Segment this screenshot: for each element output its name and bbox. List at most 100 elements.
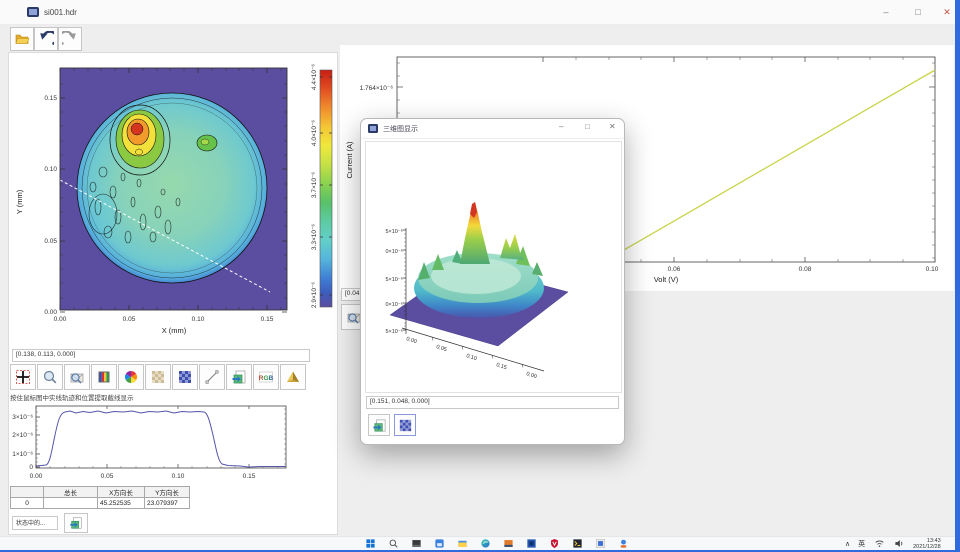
iv-y-tick: 1.764×10⁻⁶ (360, 85, 394, 92)
minimize-button[interactable]: – (872, 0, 900, 24)
redo-arrow-icon (62, 31, 78, 47)
texture-light-button[interactable] (145, 364, 171, 390)
profile-y-tick: 2×10⁻⁶ (12, 432, 33, 439)
svg-text:RGB: RGB (259, 375, 274, 382)
color-wheel-icon (123, 369, 139, 385)
secondary-blob (197, 135, 217, 151)
taskbar-app-colorful[interactable] (617, 538, 629, 550)
y-axis-label: Y (mm) (15, 189, 24, 214)
taskbar-app-gray[interactable] (594, 538, 606, 550)
app-icon (27, 7, 39, 17)
maximize-button[interactable]: □ (904, 0, 932, 24)
export-button[interactable] (226, 364, 252, 390)
tray-ime-indicator[interactable]: 英 (858, 539, 865, 549)
taskbar-widgets-button[interactable] (433, 538, 445, 550)
crosshair-icon (15, 369, 31, 385)
color-slices-button[interactable] (91, 364, 117, 390)
svg-text:0.05: 0.05 (435, 344, 447, 353)
float-titlebar[interactable]: 三维图显示 – □ ✕ (361, 119, 624, 139)
profile-x-tick: 0.15 (243, 473, 256, 480)
svg-text:0.15: 0.15 (495, 362, 507, 371)
bottom-status-label: 状态中的... (12, 516, 58, 530)
texture-blue-button[interactable] (172, 364, 198, 390)
x-tick-label: 0.10 (192, 316, 205, 323)
y-tick-label: 0.15 (44, 95, 57, 102)
magnifier-icon (42, 369, 58, 385)
x-tick-label: 0.15 (261, 316, 274, 323)
col-header: Y方向长 (145, 487, 190, 498)
app-titlebar[interactable]: si001.hdr – □ ✕ (0, 0, 955, 25)
table-row[interactable]: 0 0.16812813 45.252535 23.079397 (11, 498, 190, 509)
tray-chevron-icon[interactable]: ∧ (845, 540, 850, 548)
iv-x-tick: 0.06 (668, 266, 681, 273)
crosshair-tool-button[interactable] (10, 364, 36, 390)
export-icon (231, 369, 247, 385)
open-file-button[interactable] (10, 27, 34, 51)
x-tick-label: 0.00 (54, 316, 67, 323)
taskbar-app-dark[interactable] (410, 538, 422, 550)
y-length-cell[interactable]: 23.079397 (145, 498, 190, 509)
iv-x-axis-label: Volt (V) (654, 275, 679, 284)
taskbar-app-console[interactable] (571, 538, 583, 550)
taskbar-file-explorer[interactable] (456, 538, 468, 550)
bottom-export-button[interactable] (64, 513, 88, 533)
contour-plot-canvas[interactable]: 0.00 0.05 0.10 0.15 0.00 0.05 0.10 0.15 … (8, 52, 338, 347)
taskbar-mcafee[interactable] (548, 538, 560, 550)
redo-button[interactable] (58, 27, 82, 51)
float-maximize-button[interactable]: □ (585, 122, 590, 131)
surface-3d-button[interactable] (280, 364, 306, 390)
volume-icon[interactable] (893, 538, 905, 550)
y-tick-label: 0.00 (44, 309, 57, 316)
iv-y-axis-label: Current (A) (345, 141, 354, 179)
float-minimize-button[interactable]: – (559, 122, 563, 131)
taskbar-search-button[interactable] (387, 538, 399, 550)
taskbar-start-button[interactable] (364, 538, 376, 550)
wafer-disc (77, 93, 267, 283)
profile-x-tick: 0.10 (172, 473, 185, 480)
hotspot (110, 105, 170, 175)
undo-arrow-icon (38, 31, 54, 47)
x-length-cell[interactable]: 45.252535 (98, 498, 145, 509)
open-folder-icon (14, 31, 30, 47)
svg-text:0.10: 0.10 (465, 353, 477, 362)
profile-y-tick: 3×10⁻⁶ (12, 414, 33, 421)
surface-texture-button[interactable] (394, 414, 416, 436)
surface-3d-canvas[interactable]: 5×10⁻⁶ 0×10⁻⁶ 5×10⁻⁶ 0×10⁻⁶ 5×10⁻⁶ 0.00 … (365, 141, 622, 393)
taskbar-edge-browser[interactable] (479, 538, 491, 550)
float-close-button[interactable]: ✕ (609, 122, 616, 131)
close-button[interactable]: ✕ (933, 0, 960, 24)
wifi-icon[interactable] (873, 538, 885, 550)
svg-text:0×10⁻⁶: 0×10⁻⁶ (385, 248, 403, 255)
surface-cursor-readout: [0.151, 0.048, 0.000] (366, 396, 619, 409)
texture-light-icon (150, 369, 166, 385)
row-index-cell[interactable]: 0 (11, 498, 44, 509)
float-window-3d[interactable]: 三维图显示 – □ ✕ (360, 118, 625, 445)
measurement-table[interactable]: 总长 X方向长 Y方向长 0 0.16812813 45.252535 23.0… (10, 486, 190, 509)
svg-text:0×10⁻⁶: 0×10⁻⁶ (385, 301, 403, 308)
colorbar-tick-label: 4.0×10⁻⁶ (311, 120, 318, 146)
zoom-in-tool-button[interactable] (37, 364, 63, 390)
magnifier-envelope-icon (69, 369, 85, 385)
measure-tool-button[interactable] (199, 364, 225, 390)
texture-blue-icon (177, 369, 193, 385)
profile-y-tick: 0 (29, 464, 33, 471)
float-app-icon (368, 124, 378, 133)
measure-line-icon (204, 369, 220, 385)
total-length-cell[interactable]: 0.16812813 (44, 498, 98, 509)
svg-text:5×10⁻⁶: 5×10⁻⁶ (385, 328, 403, 335)
y-tick-label: 0.10 (44, 166, 57, 173)
rgb-button[interactable]: RGB (253, 364, 279, 390)
profile-x-tick: 0.05 (101, 473, 114, 480)
taskbar-app-orange[interactable] (502, 538, 514, 550)
taskbar-app-blue[interactable] (525, 538, 537, 550)
surface-export-button[interactable] (368, 414, 390, 436)
undo-button[interactable] (34, 27, 58, 51)
tray-clock[interactable]: 13:43 2021/12/28 (913, 538, 941, 550)
surface-3d (390, 202, 568, 346)
y-tick-label: 0.05 (44, 238, 57, 245)
cursor-position-readout: [0.138, 0.113, 0.000] (12, 349, 310, 362)
color-wheel-button[interactable] (118, 364, 144, 390)
rgb-icon: RGB (258, 369, 274, 385)
zoom-region-tool-button[interactable] (64, 364, 90, 390)
profile-plot-canvas[interactable]: 0 1×10⁻⁶ 2×10⁻⁶ 3×10⁻⁶ 0.00 0.05 0.10 0.… (8, 401, 293, 486)
